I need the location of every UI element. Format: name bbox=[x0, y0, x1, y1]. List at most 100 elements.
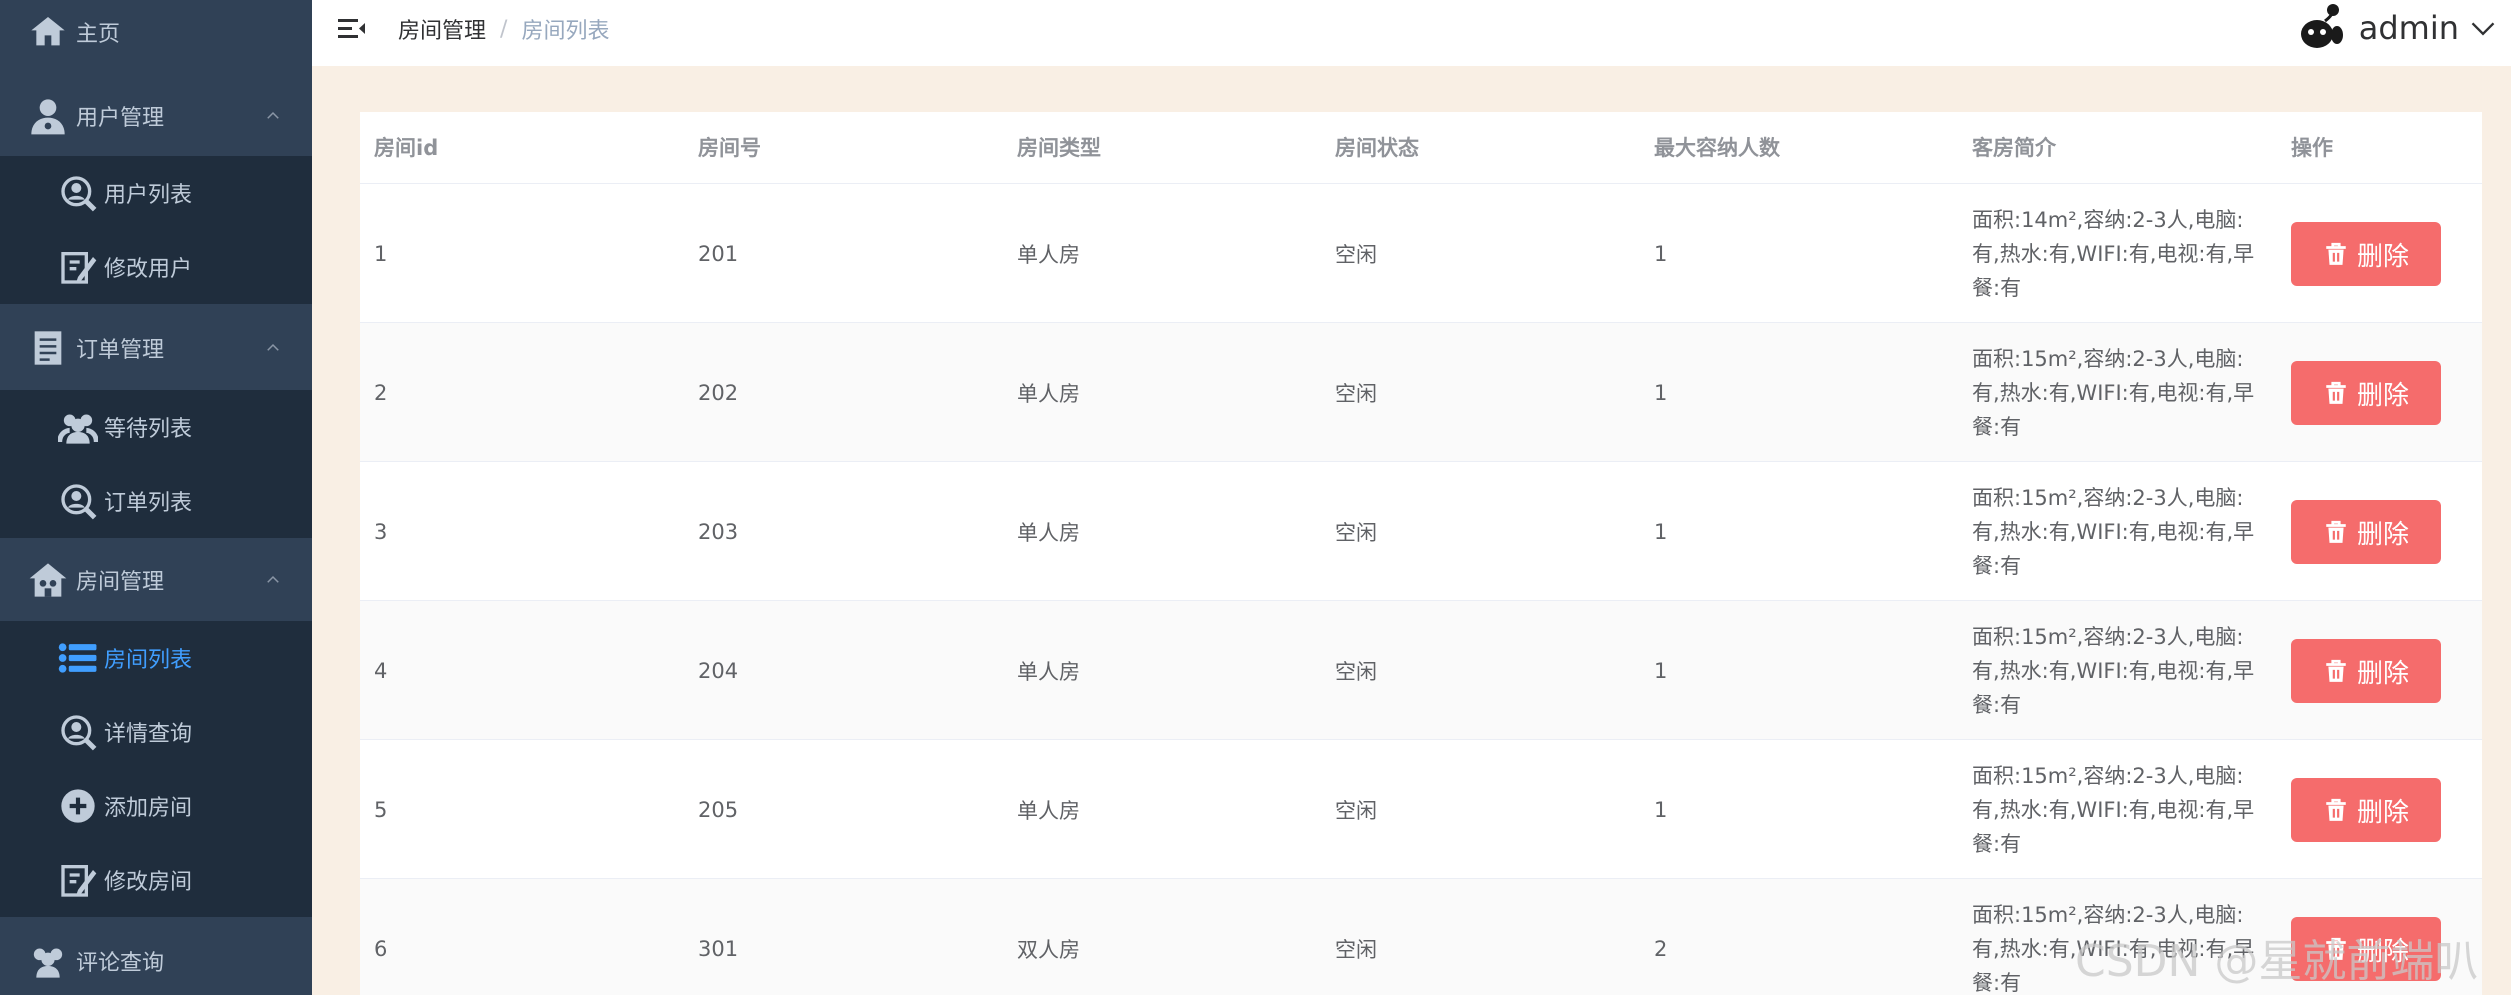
avatar bbox=[2300, 4, 2343, 48]
group-icon bbox=[28, 941, 68, 981]
column-header: 客房简介 bbox=[1972, 136, 2056, 160]
room-number-cell: 301 bbox=[698, 936, 739, 961]
room-description-cell: 面积:15m²,容纳:2-3人,电脑:有,热水:有,WIFI:有,电视:有,早餐… bbox=[1972, 485, 2255, 578]
sidebar-item-label: 修改用户 bbox=[104, 257, 193, 282]
sidebar-item-review-query[interactable]: 评论查询 bbox=[0, 921, 312, 995]
room-id-cell: 4 bbox=[374, 658, 388, 683]
list-icon bbox=[58, 638, 98, 678]
breadcrumb-separator: / bbox=[500, 16, 508, 42]
chevron-up-icon bbox=[267, 575, 279, 583]
sidebar-item-user-management[interactable]: 用户管理 bbox=[0, 76, 312, 156]
top-navbar: 房间管理 / 房间列表 admin bbox=[312, 0, 2511, 66]
sidebar-item-label: 用户管理 bbox=[76, 106, 165, 131]
sidebar-item-user-list[interactable]: 用户列表 bbox=[0, 156, 312, 230]
room-status-cell: 空闲 bbox=[1335, 242, 1377, 267]
group-icon bbox=[58, 407, 98, 447]
capacity-cell: 1 bbox=[1654, 241, 1668, 266]
trash-icon bbox=[2326, 659, 2346, 682]
sidebar-item-home[interactable]: 主页 bbox=[0, 0, 312, 72]
sidebar-item-waiting-list[interactable]: 等待列表 bbox=[0, 390, 312, 464]
trash-icon bbox=[2326, 242, 2346, 265]
edit-icon bbox=[58, 860, 98, 900]
delete-button[interactable]: 删除 bbox=[2291, 361, 2441, 425]
room-status-cell: 空闲 bbox=[1335, 798, 1377, 823]
delete-button[interactable]: 删除 bbox=[2291, 778, 2441, 842]
room-submenu: 房间列表 详情查询 添加房间 修改房间 bbox=[0, 621, 312, 917]
capacity-cell: 1 bbox=[1654, 380, 1668, 405]
sidebar-item-label: 详情查询 bbox=[104, 722, 193, 747]
sidebar-item-room-management[interactable]: 房间管理 bbox=[0, 540, 312, 620]
room-description-cell: 面积:15m²,容纳:2-3人,电脑:有,热水:有,WIFI:有,电视:有,早餐… bbox=[1972, 624, 2255, 717]
sidebar-item-room-list[interactable]: 房间列表 bbox=[0, 621, 312, 695]
sidebar-item-label: 修改房间 bbox=[104, 870, 193, 895]
house-icon bbox=[28, 560, 68, 600]
room-status-cell: 空闲 bbox=[1335, 659, 1377, 684]
room-id-cell: 3 bbox=[374, 519, 388, 544]
user-dropdown[interactable]: admin bbox=[2295, 0, 2511, 56]
delete-button-label: 删除 bbox=[2356, 519, 2409, 550]
room-description-cell: 面积:15m²,容纳:2-3人,电脑:有,热水:有,WIFI:有,电视:有,早餐… bbox=[1972, 346, 2255, 439]
sidebar-item-edit-room[interactable]: 修改房间 bbox=[0, 843, 312, 917]
watermark: CSDN @星就前端叭 bbox=[2075, 936, 2479, 987]
sidebar: 主页 用户管理 用户列表 修改用户 订单管理 等待列表 订单列表 房间管理 房间… bbox=[0, 0, 312, 995]
user-submenu: 用户列表 修改用户 bbox=[0, 156, 312, 304]
sidebar-item-edit-user[interactable]: 修改用户 bbox=[0, 230, 312, 304]
column-header: 最大容纳人数 bbox=[1654, 136, 1780, 160]
sidebar-item-order-management[interactable]: 订单管理 bbox=[0, 308, 312, 388]
delete-button-label: 删除 bbox=[2356, 380, 2409, 411]
room-type-cell: 单人房 bbox=[1017, 659, 1080, 684]
delete-button[interactable]: 删除 bbox=[2291, 222, 2441, 286]
breadcrumb-item[interactable]: 房间管理 bbox=[398, 13, 486, 45]
room-number-cell: 205 bbox=[698, 797, 739, 822]
room-type-cell: 单人房 bbox=[1017, 381, 1080, 406]
delete-button[interactable]: 删除 bbox=[2291, 500, 2441, 564]
sidebar-item-detail-query[interactable]: 详情查询 bbox=[0, 695, 312, 769]
sidebar-item-label: 主页 bbox=[76, 22, 121, 47]
delete-button-label: 删除 bbox=[2356, 797, 2409, 828]
delete-button-label: 删除 bbox=[2356, 241, 2409, 272]
user-icon bbox=[28, 96, 68, 136]
room-number-cell: 204 bbox=[698, 658, 739, 683]
room-id-cell: 1 bbox=[374, 241, 388, 266]
sidebar-item-label: 订单列表 bbox=[104, 491, 193, 516]
table-row: 1 201 单人房 空闲 1 面积:14m²,容纳:2-3人,电脑:有,热水:有… bbox=[360, 184, 2482, 323]
username: admin bbox=[2358, 9, 2459, 47]
room-status-cell: 空闲 bbox=[1335, 937, 1377, 962]
search-icon bbox=[58, 712, 98, 752]
edit-icon bbox=[58, 247, 98, 287]
trash-icon bbox=[2326, 520, 2346, 543]
table-row: 3 203 单人房 空闲 1 面积:15m²,容纳:2-3人,电脑:有,热水:有… bbox=[360, 462, 2482, 601]
breadcrumb: 房间管理 / 房间列表 bbox=[398, 13, 609, 45]
room-number-cell: 201 bbox=[698, 241, 739, 266]
room-number-cell: 202 bbox=[698, 380, 739, 405]
table-row: 4 204 单人房 空闲 1 面积:15m²,容纳:2-3人,电脑:有,热水:有… bbox=[360, 601, 2482, 740]
sidebar-item-label: 房间管理 bbox=[76, 570, 165, 595]
column-header: 房间类型 bbox=[1017, 136, 1101, 160]
trash-icon bbox=[2326, 798, 2346, 821]
sidebar-item-order-list[interactable]: 订单列表 bbox=[0, 464, 312, 538]
room-status-cell: 空闲 bbox=[1335, 381, 1377, 406]
delete-button[interactable]: 删除 bbox=[2291, 639, 2441, 703]
delete-button-label: 删除 bbox=[2356, 658, 2409, 689]
document-icon bbox=[28, 328, 68, 368]
sidebar-item-label: 添加房间 bbox=[104, 796, 193, 821]
sidebar-item-label: 订单管理 bbox=[76, 338, 165, 363]
sidebar-item-label: 房间列表 bbox=[104, 648, 193, 673]
room-table: 房间id 房间号 房间类型 房间状态 最大容纳人数 客房简介 操作 1 201 … bbox=[360, 112, 2482, 995]
room-number-cell: 203 bbox=[698, 519, 739, 544]
hamburger-icon[interactable] bbox=[336, 14, 368, 44]
capacity-cell: 1 bbox=[1654, 797, 1668, 822]
room-description-cell: 面积:15m²,容纳:2-3人,电脑:有,热水:有,WIFI:有,电视:有,早餐… bbox=[1972, 763, 2255, 856]
sidebar-item-add-room[interactable]: 添加房间 bbox=[0, 769, 312, 843]
column-header: 房间号 bbox=[698, 136, 761, 160]
capacity-cell: 1 bbox=[1654, 658, 1668, 683]
sidebar-item-label: 评论查询 bbox=[76, 951, 165, 976]
room-type-cell: 单人房 bbox=[1017, 798, 1080, 823]
search-icon bbox=[58, 173, 98, 213]
capacity-cell: 2 bbox=[1654, 936, 1668, 961]
room-type-cell: 单人房 bbox=[1017, 242, 1080, 267]
room-description-cell: 面积:14m²,容纳:2-3人,电脑:有,热水:有,WIFI:有,电视:有,早餐… bbox=[1972, 207, 2255, 300]
chevron-up-icon bbox=[267, 343, 279, 351]
column-header: 操作 bbox=[2291, 136, 2333, 160]
table-row: 5 205 单人房 空闲 1 面积:15m²,容纳:2-3人,电脑:有,热水:有… bbox=[360, 740, 2482, 879]
